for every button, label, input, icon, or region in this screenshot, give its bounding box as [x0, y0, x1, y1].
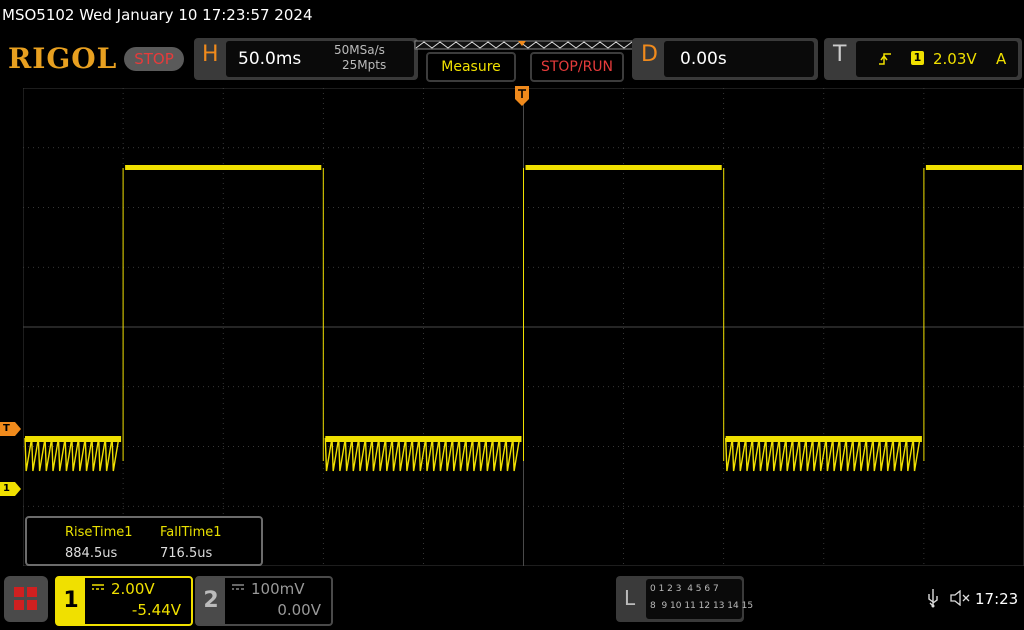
usb-icon	[928, 589, 938, 608]
trace-high-segment	[125, 165, 322, 170]
stop-run-button[interactable]: STOP/RUN	[530, 52, 624, 82]
measurement-label: FallTime1	[160, 525, 222, 540]
trace-low-band	[325, 436, 522, 442]
memory-overview-graphic	[414, 40, 634, 50]
trigger-letter: T	[833, 42, 847, 67]
top-bar: RIGOL STOP H 50.0ms 50MSa/s 25Mpts Measu…	[0, 34, 1024, 84]
dc-coupling-icon	[92, 584, 104, 590]
bottom-bar: 1 2.00V -5.44V 2 100mV 0.00V L 0 1 2 3 4…	[0, 570, 1024, 630]
trigger-position-marker[interactable]	[515, 86, 529, 108]
horizontal-letter: H	[202, 42, 219, 67]
measurement-label: RiseTime1	[65, 525, 133, 540]
dc-coupling-icon	[232, 584, 244, 590]
memory-overview[interactable]	[414, 36, 634, 50]
channel-2-scale: 100mV	[251, 580, 305, 598]
measurement-value: 716.5us	[160, 546, 213, 561]
measure-button[interactable]: Measure	[426, 52, 516, 82]
measurement-value: 884.5us	[65, 546, 118, 561]
logic-channels: 0 1 2 3 4 5 6 7 8 9 10 11 12 13 14 15	[646, 579, 753, 619]
trigger-source-badge: 1	[911, 51, 924, 65]
trace-high-segment	[525, 165, 722, 170]
delay-panel[interactable]: D 0.00s	[632, 38, 818, 80]
title-bar: MSO5102 Wed January 10 17:23:57 2024	[0, 0, 1024, 34]
horizontal-panel[interactable]: H 50.0ms 50MSa/s 25Mpts	[194, 38, 418, 80]
logic-row-1: 0 1 2 3 4 5 6 7	[650, 584, 719, 594]
horizontal-inner: 50.0ms 50MSa/s 25Mpts	[226, 41, 414, 77]
rigol-logo: RIGOL	[8, 42, 118, 75]
channel-1-number: 1	[57, 578, 85, 624]
trigger-level-marker-label: T	[3, 423, 10, 434]
clock: 17:23	[975, 590, 1019, 608]
trigger-inner: 1 2.03V A	[856, 41, 1018, 77]
ch1-ground-marker-label: 1	[3, 483, 10, 494]
timebase-value: 50.0ms	[238, 49, 302, 69]
channel-2-panel[interactable]: 2 100mV 0.00V	[195, 576, 333, 626]
trace-high-segment	[925, 165, 1022, 170]
trigger-mode: A	[996, 50, 1007, 68]
grid-menu-icon	[14, 587, 37, 610]
trace-low-band	[25, 436, 122, 442]
delay-value: 0.00s	[680, 49, 727, 69]
trigger-panel[interactable]: T 1 2.03V A	[824, 38, 1022, 80]
channel-1-offset: -5.44V	[131, 601, 181, 619]
delay-letter: D	[641, 42, 658, 67]
ch1-ground-marker[interactable]: 1	[0, 482, 22, 496]
logic-letter: L	[624, 586, 636, 610]
speaker-muted-icon[interactable]	[950, 590, 970, 606]
channel-1-panel[interactable]: 1 2.00V -5.44V	[55, 576, 193, 626]
delay-inner: 0.00s	[664, 41, 814, 77]
memory-depth: 25Mpts	[342, 58, 387, 72]
title-text: MSO5102 Wed January 10 17:23:57 2024	[2, 6, 313, 24]
channel-1-scale: 2.00V	[111, 580, 155, 598]
logic-analyzer-panel[interactable]: L 0 1 2 3 4 5 6 7 8 9 10 11 12 13 14 15	[616, 576, 753, 622]
trigger-level: 2.03V	[933, 50, 977, 68]
waveform-display[interactable]	[22, 87, 1024, 567]
menu-button[interactable]	[4, 576, 48, 622]
logic-row-2: 8 9 10 11 12 13 14 15	[650, 601, 754, 611]
rising-edge-icon	[879, 53, 891, 65]
run-state-badge[interactable]: STOP	[124, 47, 184, 71]
channel-2-offset: 0.00V	[277, 601, 321, 619]
channel-2-number: 2	[197, 578, 225, 624]
trigger-level-marker[interactable]: T	[0, 422, 22, 436]
measurement-panel[interactable]: RiseTime1 FallTime1 884.5us 716.5us	[25, 516, 263, 566]
trigger-position-icon	[515, 86, 529, 106]
sample-rate: 50MSa/s	[334, 43, 385, 57]
waveform-canvas	[22, 87, 1024, 567]
trace-low-band	[725, 436, 922, 442]
